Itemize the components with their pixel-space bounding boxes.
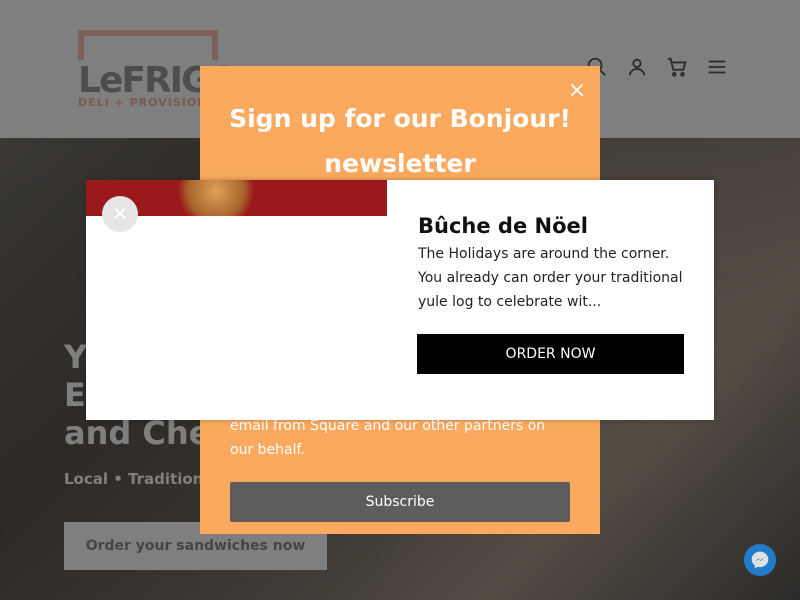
newsletter-title: Sign up for our Bonjour! newsletter: [229, 104, 571, 178]
yule-log-photo: [176, 180, 256, 216]
order-now-button[interactable]: ORDER NOW: [417, 334, 684, 374]
newsletter-disclaimer: email from Square and our other partners…: [230, 418, 546, 458]
promo-popup: Bûche de Nöel The Holidays are around th…: [86, 180, 714, 420]
promo-description: The Holidays are around the corner. You …: [418, 246, 683, 310]
subscribe-button[interactable]: Subscribe: [230, 482, 570, 522]
close-icon[interactable]: ×: [102, 196, 138, 232]
promo-title: Bûche de Nöel: [418, 214, 588, 238]
messenger-icon[interactable]: [744, 544, 776, 576]
